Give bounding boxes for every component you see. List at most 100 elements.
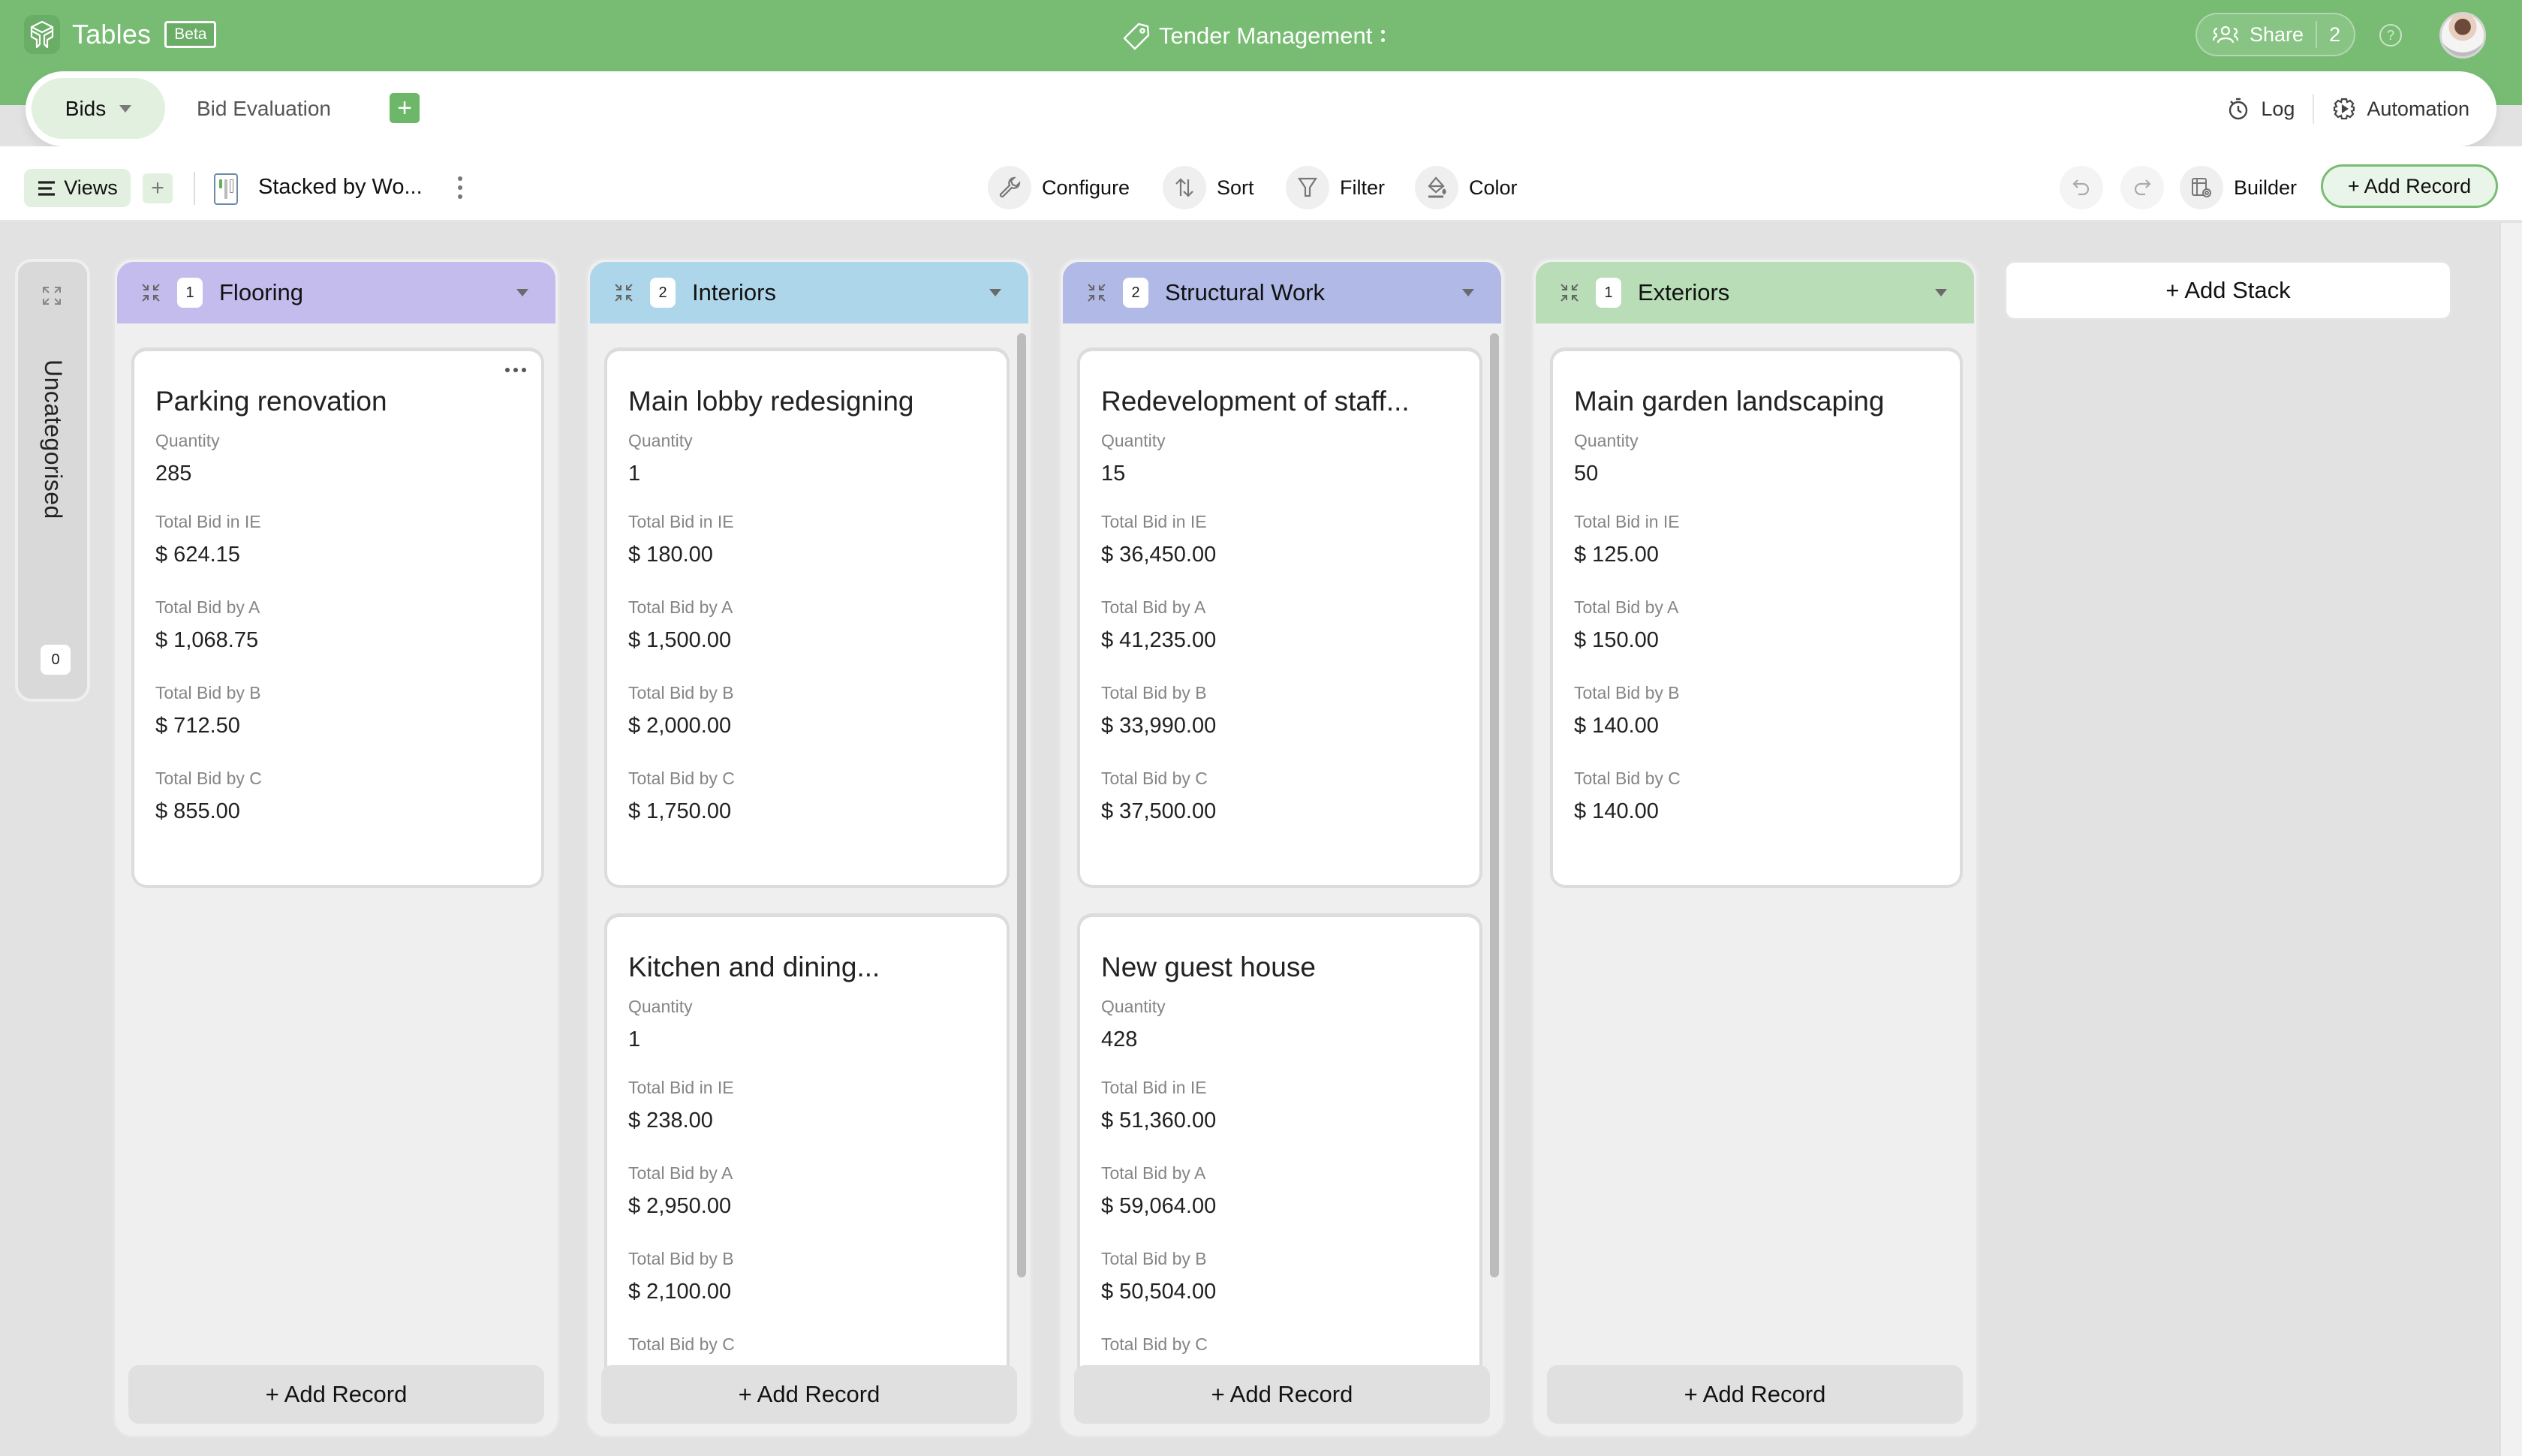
- document-title[interactable]: Tender Management: [1121, 20, 1386, 53]
- field-label-ie: Total Bid in IE: [1574, 512, 1680, 531]
- automation-label: Automation: [2367, 97, 2469, 120]
- field-label-b: Total Bid by B: [628, 1249, 734, 1268]
- field-label-c: Total Bid by C: [628, 769, 735, 788]
- collapse-icon[interactable]: [140, 281, 162, 304]
- stack-add-record-button[interactable]: + Add Record: [128, 1365, 544, 1424]
- collapse-icon[interactable]: [612, 281, 635, 304]
- field-value-b: $ 50,504.00: [1101, 1280, 1217, 1304]
- field-value-ie: $ 125.00: [1574, 543, 1659, 567]
- filter-icon: [1297, 177, 1318, 197]
- field-value-ie: $ 51,360.00: [1101, 1109, 1217, 1133]
- stack-column-exteriors: 1 Exteriors Main garden landscaping Quan…: [1531, 257, 1979, 1438]
- record-card[interactable]: New guest house Quantity 428 Total Bid i…: [1077, 913, 1482, 1376]
- stack-count: 2: [1123, 278, 1148, 308]
- field-value-c: $ 140.00: [1574, 799, 1659, 823]
- stack-add-record-button[interactable]: + Add Record: [601, 1365, 1017, 1424]
- collapse-icon[interactable]: [1558, 281, 1581, 304]
- user-avatar[interactable]: [2439, 12, 2486, 59]
- card-more-icon[interactable]: [505, 368, 526, 372]
- document-title-text: Tender Management: [1159, 23, 1373, 49]
- uncategorised-stack[interactable]: Uncategorised 0: [15, 259, 90, 702]
- field-value-ie: $ 36,450.00: [1101, 543, 1217, 567]
- field-label-ie: Total Bid in IE: [628, 1078, 734, 1097]
- app-name: Tables: [72, 19, 152, 50]
- field-value-b: $ 2,000.00: [628, 714, 732, 738]
- document-menu-icon[interactable]: [1380, 30, 1386, 42]
- record-card[interactable]: Redevelopment of staff... Quantity 15 To…: [1077, 347, 1482, 888]
- stack-count: 1: [1596, 278, 1621, 308]
- menu-icon: [38, 180, 56, 196]
- field-label-quantity: Quantity: [628, 997, 693, 1016]
- field-value-b: $ 140.00: [1574, 714, 1659, 738]
- undo-button[interactable]: [2060, 165, 2114, 210]
- color-button[interactable]: Color: [1415, 165, 1518, 210]
- stack-menu-caret-icon[interactable]: [1935, 289, 1947, 296]
- builder-label: Builder: [2234, 176, 2298, 199]
- stack-add-record-button[interactable]: + Add Record: [1547, 1365, 1963, 1424]
- field-value-a: $ 41,235.00: [1101, 628, 1217, 652]
- field-value-a: $ 1,068.75: [155, 628, 259, 652]
- view-options-icon[interactable]: [458, 176, 462, 199]
- brand[interactable]: Tables Beta: [24, 15, 217, 54]
- log-button[interactable]: Log: [2226, 97, 2295, 121]
- record-card[interactable]: Main garden landscaping Quantity 50 Tota…: [1550, 347, 1963, 888]
- redo-icon: [2134, 179, 2151, 196]
- field-label-b: Total Bid by B: [1101, 683, 1207, 702]
- share-button[interactable]: Share 2: [2195, 13, 2356, 56]
- stack-scrollbar[interactable]: [1017, 333, 1026, 1277]
- field-label-c: Total Bid by C: [1574, 769, 1681, 788]
- stack-menu-caret-icon[interactable]: [989, 289, 1001, 296]
- share-label: Share: [2250, 23, 2304, 46]
- stack-header[interactable]: 2 Interiors: [590, 262, 1028, 323]
- help-icon[interactable]: ?: [2379, 24, 2402, 47]
- add-tab-button[interactable]: +: [390, 93, 420, 123]
- caret-down-icon[interactable]: [119, 104, 132, 113]
- record-card[interactable]: Main lobby redesigning Quantity 1 Total …: [604, 347, 1010, 888]
- record-card[interactable]: Parking renovation Quantity 285 Total Bi…: [131, 347, 544, 888]
- add-stack-button[interactable]: + Add Stack: [2004, 260, 2452, 320]
- stack-title: Structural Work: [1165, 279, 1326, 305]
- views-button[interactable]: Views: [24, 169, 131, 207]
- automation-gear-icon: [2334, 98, 2355, 120]
- expand-icon[interactable]: [41, 284, 63, 307]
- stack-header[interactable]: 1 Flooring: [117, 262, 555, 323]
- stack-menu-caret-icon[interactable]: [516, 289, 528, 296]
- stack-cards: Main lobby redesigning Quantity 1 Total …: [588, 323, 1031, 1376]
- undo-icon: [2072, 179, 2090, 196]
- configure-button[interactable]: Configure: [988, 165, 1130, 210]
- field-label-c: Total Bid by C: [1101, 769, 1208, 788]
- field-label-a: Total Bid by A: [1101, 1163, 1206, 1183]
- stack-header[interactable]: 2 Structural Work: [1063, 262, 1501, 323]
- field-label-quantity: Quantity: [1574, 431, 1639, 450]
- automation-button[interactable]: Automation: [2332, 97, 2469, 121]
- collapse-icon[interactable]: [1085, 281, 1108, 304]
- stack-title: Flooring: [219, 279, 303, 305]
- field-value-quantity: 1: [628, 462, 641, 486]
- current-view-name[interactable]: Stacked by Wo...: [258, 175, 423, 200]
- stack-scrollbar[interactable]: [1490, 333, 1499, 1277]
- add-record-button[interactable]: + Add Record: [2321, 164, 2498, 208]
- record-card[interactable]: Kitchen and dining... Quantity 1 Total B…: [604, 913, 1010, 1376]
- field-value-quantity: 1: [628, 1027, 641, 1051]
- field-label-a: Total Bid by A: [628, 1163, 733, 1183]
- wrench-icon: [999, 176, 1021, 198]
- sort-label: Sort: [1217, 176, 1254, 199]
- filter-button[interactable]: Filter: [1286, 165, 1385, 210]
- add-view-button[interactable]: +: [143, 173, 173, 203]
- stack-header[interactable]: 1 Exteriors: [1536, 262, 1974, 323]
- stack-add-record-button[interactable]: + Add Record: [1074, 1365, 1490, 1424]
- field-label-c: Total Bid by C: [1101, 1334, 1208, 1354]
- tab-bid-evaluation[interactable]: Bid Evaluation: [197, 78, 331, 139]
- redo-button[interactable]: [2120, 165, 2174, 210]
- record-name: Main lobby redesigning: [628, 386, 914, 417]
- stack-count: 2: [650, 278, 676, 308]
- field-value-quantity: 15: [1101, 462, 1126, 486]
- field-value-quantity: 428: [1101, 1027, 1138, 1051]
- stack-menu-caret-icon[interactable]: [1462, 289, 1474, 296]
- board-scrollbar[interactable]: [2499, 223, 2522, 1456]
- stack-count: 1: [177, 278, 203, 308]
- sort-button[interactable]: Sort: [1163, 165, 1254, 210]
- builder-button[interactable]: Builder: [2180, 165, 2297, 210]
- log-label: Log: [2261, 97, 2295, 120]
- tab-bids[interactable]: Bids: [32, 78, 165, 139]
